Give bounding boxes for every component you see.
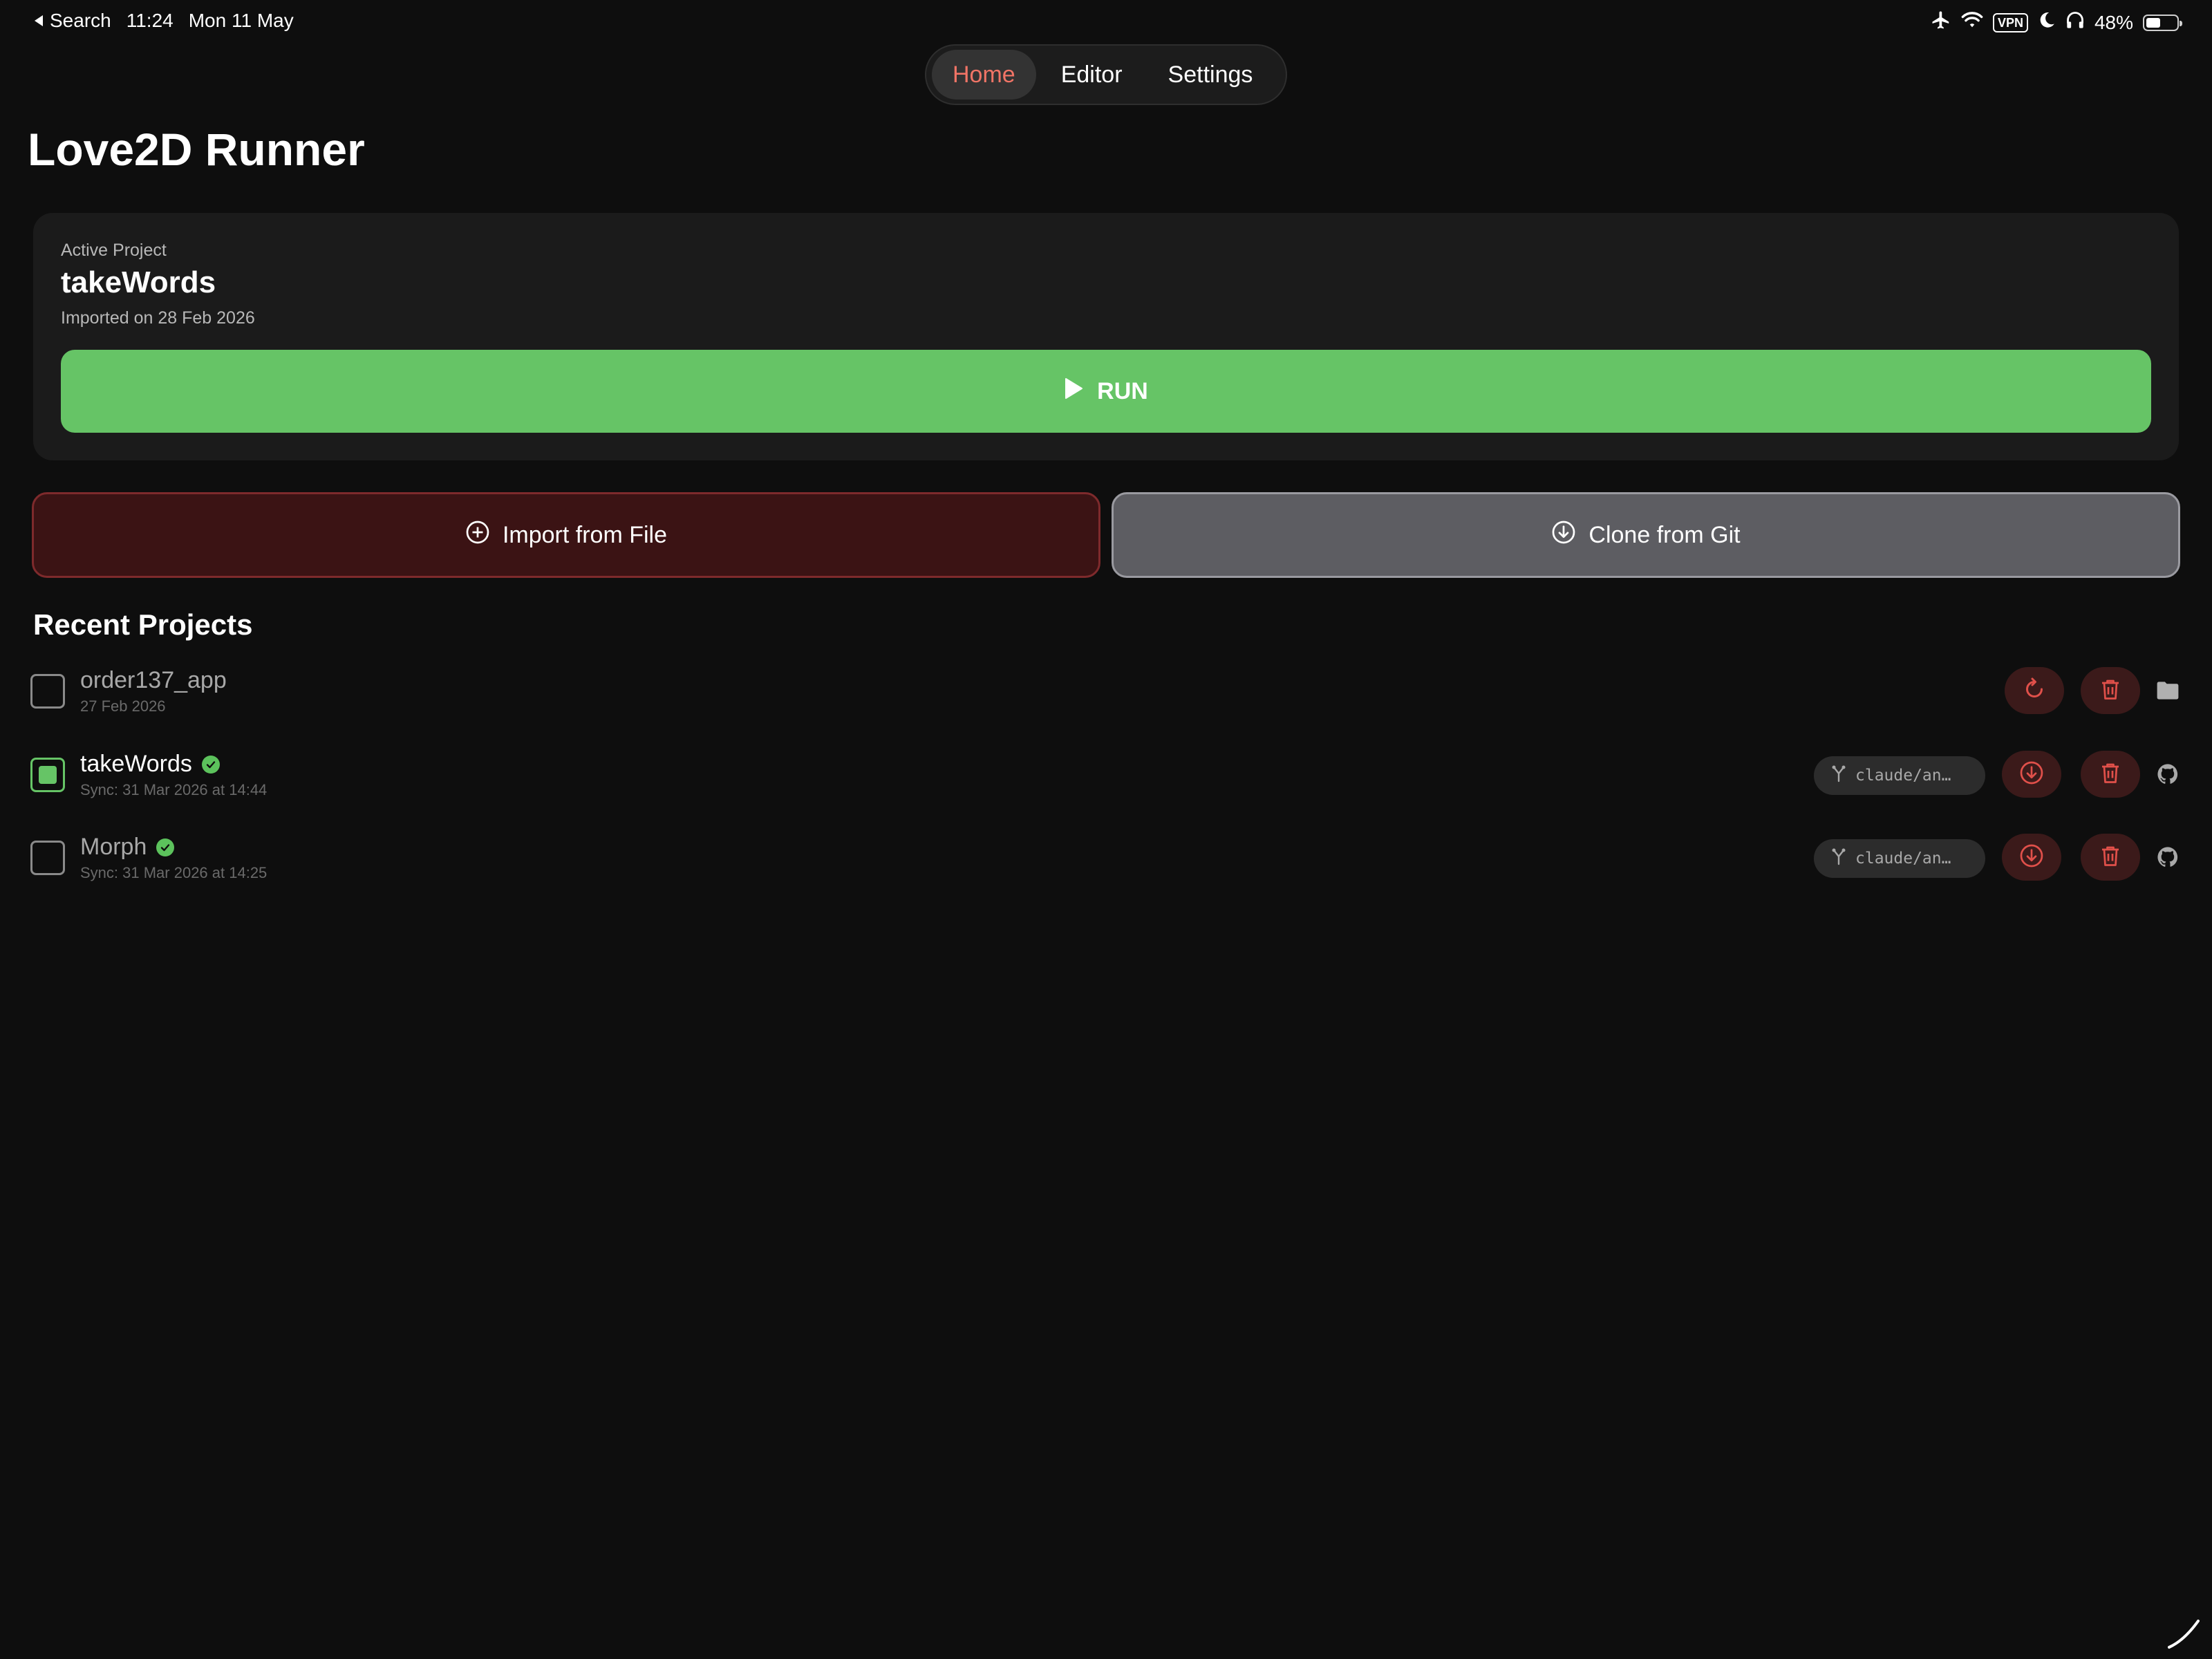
branch-selector[interactable]: claude/an… [1814, 839, 1985, 878]
project-name: takeWords [80, 751, 220, 778]
branch-icon [1830, 847, 1847, 870]
page-title: Love2D Runner [28, 124, 365, 175]
plus-circle-icon [465, 520, 490, 551]
branch-name: claude/an… [1855, 850, 1951, 868]
main-tabs: Home Editor Settings [925, 44, 1287, 105]
back-label: Search [50, 10, 111, 31]
run-label: RUN [1097, 377, 1148, 404]
tab-editor[interactable]: Editor [1040, 50, 1143, 100]
tab-settings[interactable]: Settings [1147, 50, 1274, 100]
project-row-morph[interactable]: Morph Sync: 31 Mar 2026 at 14:25 claude/… [0, 827, 2212, 896]
delete-button[interactable] [2081, 667, 2140, 714]
project-row-takewords[interactable]: takeWords Sync: 31 Mar 2026 at 14:44 cla… [0, 744, 2212, 813]
project-name: Morph [80, 834, 175, 861]
download-circle-icon [2019, 843, 2044, 872]
branch-name: claude/an… [1855, 767, 1951, 785]
import-from-file-button[interactable]: Import from File [32, 492, 1100, 578]
project-select-checkbox[interactable] [30, 758, 65, 792]
battery-percent: 48% [2094, 11, 2133, 33]
reload-icon [2022, 677, 2047, 705]
project-name-text: order137_app [80, 667, 227, 693]
trash-icon [2098, 843, 2123, 872]
project-date: 27 Feb 2026 [80, 697, 166, 715]
branch-icon [1830, 765, 1847, 787]
back-triangle-icon [33, 10, 44, 32]
battery-level [2146, 17, 2161, 28]
active-project-label: Active Project [61, 241, 167, 260]
status-date: Mon 11 May [188, 10, 294, 31]
battery-icon [2143, 14, 2182, 31]
clone-label: Clone from Git [1588, 521, 1741, 548]
vpn-badge: VPN [1992, 12, 2028, 32]
headphones-icon [2065, 10, 2085, 35]
moon-icon [2038, 11, 2056, 34]
import-label: Import from File [502, 521, 668, 548]
project-select-checkbox[interactable] [30, 841, 65, 875]
run-button[interactable]: RUN [61, 350, 2151, 433]
recent-projects-title: Recent Projects [33, 608, 253, 641]
back-to-search-link[interactable]: Search [33, 10, 111, 32]
trash-icon [2098, 677, 2123, 705]
project-row-order137-app[interactable]: order137_app 27 Feb 2026 [0, 660, 2212, 729]
status-time: 11:24 [126, 10, 174, 31]
active-project-card: Active Project takeWords Imported on 28 … [33, 213, 2179, 460]
active-project-name: takeWords [61, 265, 216, 299]
project-sync-time: Sync: 31 Mar 2026 at 14:44 [80, 781, 268, 798]
project-name: order137_app [80, 667, 227, 694]
synced-check-icon [156, 838, 175, 856]
github-icon[interactable] [2155, 845, 2180, 870]
project-name-text: takeWords [80, 751, 192, 777]
delete-button[interactable] [2081, 751, 2140, 798]
active-project-import-date: Imported on 28 Feb 2026 [61, 308, 255, 328]
clone-from-git-button[interactable]: Clone from Git [1112, 492, 2180, 578]
project-name-text: Morph [80, 834, 147, 860]
play-icon [1064, 377, 1083, 406]
airplane-icon [1931, 10, 1951, 35]
wifi-icon [1961, 11, 1983, 34]
download-circle-icon [1551, 520, 1576, 551]
delete-button[interactable] [2081, 834, 2140, 881]
tab-home[interactable]: Home [932, 50, 1036, 100]
status-bar: Search 11:24 Mon 11 May VPN 48% [0, 0, 2212, 44]
pull-button[interactable] [2002, 751, 2061, 798]
pencil-hover-indicator [2164, 1613, 2202, 1655]
trash-icon [2098, 760, 2123, 789]
folder-icon[interactable] [2155, 678, 2180, 703]
download-circle-icon [2019, 760, 2044, 789]
branch-selector[interactable]: claude/an… [1814, 756, 1985, 795]
pull-button[interactable] [2002, 834, 2061, 881]
reload-button[interactable] [2005, 667, 2064, 714]
project-sync-time: Sync: 31 Mar 2026 at 14:25 [80, 864, 268, 881]
synced-check-icon [201, 755, 220, 774]
project-select-checkbox[interactable] [30, 674, 65, 709]
github-icon[interactable] [2155, 762, 2180, 787]
